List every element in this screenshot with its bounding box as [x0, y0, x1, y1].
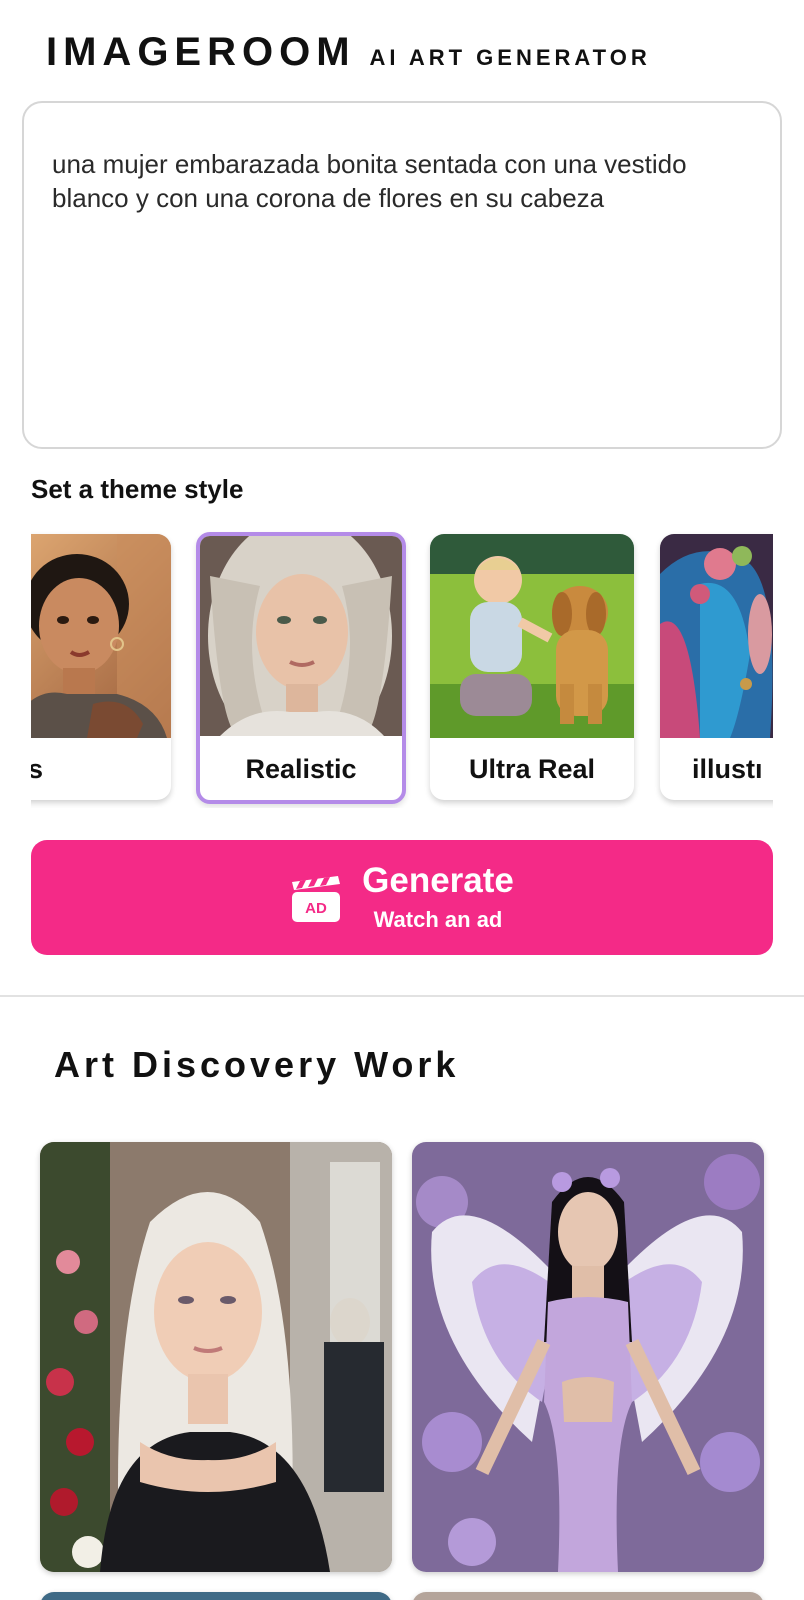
generate-label: Generate: [362, 860, 514, 900]
style-label-tatos: Tatos: [31, 754, 44, 784]
style-card-illustration[interactable]: illustı: [660, 534, 773, 800]
art-card-3[interactable]: [40, 1592, 392, 1600]
style-label-illustration: illustı: [692, 754, 763, 784]
app-header: IMAGEROOM AI ART GENERATOR: [46, 30, 651, 76]
section-divider: [0, 995, 804, 997]
style-thumbnail-illustration: [660, 534, 773, 738]
ad-badge-text: AD: [305, 900, 327, 917]
watch-ad-label: Watch an ad: [373, 906, 503, 932]
art-card-4[interactable]: [412, 1592, 764, 1600]
theme-style-label: Set a theme style: [31, 474, 244, 504]
prompt-input[interactable]: una mujer embarazada bonita sentada con …: [22, 101, 782, 449]
style-thumbnail-tatos: [31, 534, 171, 738]
brand-subtitle: AI ART GENERATOR: [369, 45, 651, 70]
style-label-realistic: Realistic: [245, 754, 357, 784]
style-card-realistic[interactable]: Realistic: [196, 532, 406, 804]
art-image-2: [412, 1142, 764, 1572]
style-thumbnail-realistic: [200, 536, 402, 736]
brand-logo-text: IMAGEROOM: [46, 30, 356, 74]
art-card-angel-woman[interactable]: [412, 1142, 764, 1572]
art-card-white-hair-woman[interactable]: [40, 1142, 392, 1572]
generate-button[interactable]: AD Generate Watch an ad: [31, 840, 773, 955]
clapperboard-ad-icon: AD: [290, 872, 342, 924]
style-card-tatos[interactable]: Tatos: [31, 534, 171, 800]
theme-style-carousel[interactable]: Tatos Realistic: [31, 528, 773, 808]
art-image-3: [40, 1592, 392, 1600]
art-image-1: [40, 1142, 392, 1572]
style-thumbnail-ultra-real: [430, 534, 634, 738]
art-discovery-title: Art Discovery Work: [54, 1044, 460, 1085]
style-card-ultra-real[interactable]: Ultra Real: [430, 534, 634, 800]
art-image-4: [412, 1592, 764, 1600]
prompt-text[interactable]: una mujer embarazada bonita sentada con …: [52, 147, 752, 215]
style-label-ultra-real: Ultra Real: [468, 754, 596, 784]
